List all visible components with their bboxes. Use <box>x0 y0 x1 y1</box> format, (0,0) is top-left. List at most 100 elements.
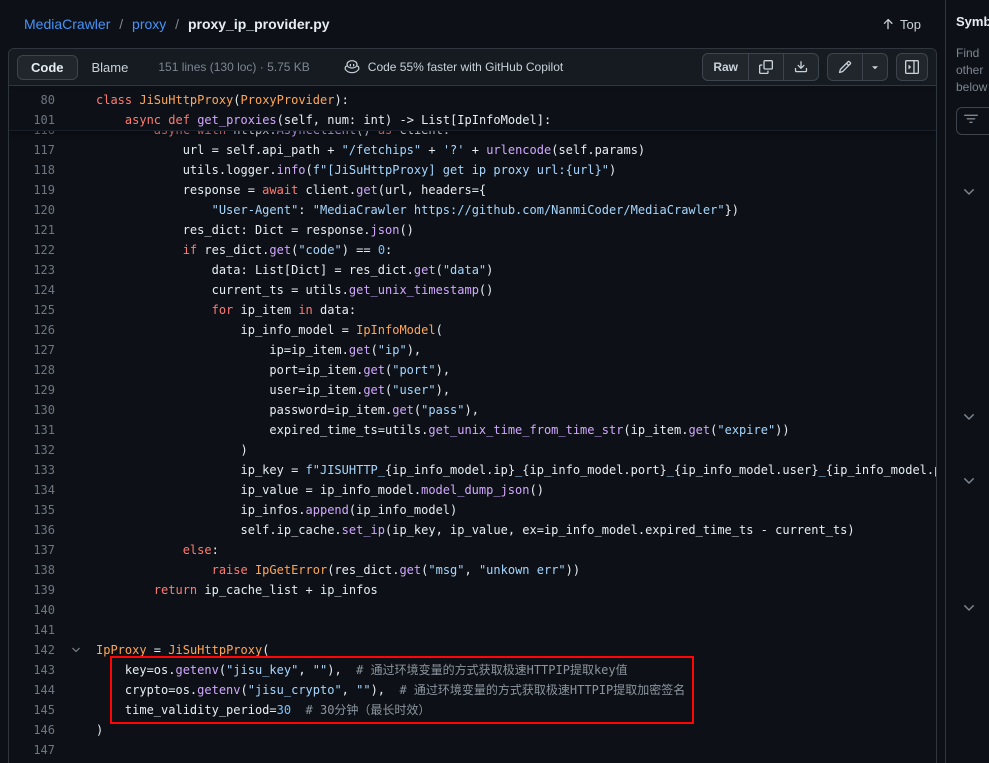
line-number[interactable]: 119 <box>9 180 55 200</box>
code-text: expired_time_ts=utils.get_unix_time_from… <box>55 420 936 440</box>
symbols-filter-input[interactable] <box>956 107 989 135</box>
line-number[interactable]: 135 <box>9 500 55 520</box>
code-text: self.ip_cache.set_ip(ip_key, ip_value, e… <box>55 520 936 540</box>
code-text: ip_key = f"JISUHTTP_{ip_info_model.ip}_{… <box>55 460 936 480</box>
code-text: current_ts = utils.get_unix_timestamp() <box>55 280 936 300</box>
code-text: res_dict: Dict = response.json() <box>55 220 936 240</box>
code-line: 147 <box>9 740 936 760</box>
line-number[interactable]: 120 <box>9 200 55 220</box>
breadcrumb-filename: proxy_ip_provider.py <box>188 16 330 32</box>
code-text: class JiSuHttpProxy(ProxyProvider): <box>55 90 936 110</box>
code-line: 118 utils.logger.info(f"[JiSuHttpProxy] … <box>9 160 936 180</box>
code-text: ip_infos.append(ip_info_model) <box>55 500 936 520</box>
line-number[interactable]: 124 <box>9 280 55 300</box>
code-line: 131 expired_time_ts=utils.get_unix_time_… <box>9 420 936 440</box>
line-number[interactable]: 121 <box>9 220 55 240</box>
line-number[interactable]: 143 <box>9 660 55 680</box>
raw-button[interactable]: Raw <box>703 54 748 80</box>
code-text: "User-Agent": "MediaCrawler https://gith… <box>55 200 936 220</box>
code-text: response = await client.get(url, headers… <box>55 180 936 200</box>
code-text <box>55 740 936 760</box>
breadcrumb-path: MediaCrawler / proxy / proxy_ip_provider… <box>24 16 330 32</box>
chevron-down-icon[interactable] <box>961 184 977 200</box>
tab-code[interactable]: Code <box>17 55 78 80</box>
code-line: 146) <box>9 720 936 740</box>
code-text: async def get_proxies(self, num: int) ->… <box>55 110 936 130</box>
copilot-banner[interactable]: Code 55% faster with GitHub Copilot <box>344 58 563 77</box>
code-text: ip_info_model = IpInfoModel( <box>55 320 936 340</box>
filter-icon <box>964 112 978 131</box>
code-lines: 116 async with httpx.AsyncClient() as cl… <box>9 120 936 760</box>
line-number[interactable]: 134 <box>9 480 55 500</box>
code-text: ip_value = ip_info_model.model_dump_json… <box>55 480 936 500</box>
code-line: 138 raise IpGetError(res_dict.get("msg",… <box>9 560 936 580</box>
copy-button[interactable] <box>748 54 783 80</box>
line-number[interactable]: 140 <box>9 600 55 620</box>
code-text <box>55 600 936 620</box>
chevron-down-icon[interactable] <box>961 409 977 425</box>
line-number[interactable]: 117 <box>9 140 55 160</box>
symbols-panel-title: Symbols <box>956 14 989 29</box>
github-file-page: MediaCrawler / proxy / proxy_ip_provider… <box>0 0 989 763</box>
file-toolbar: Code Blame 151 lines (130 loc) · 5.75 KB… <box>9 49 936 86</box>
code-text: ip=ip_item.get("ip"), <box>55 340 936 360</box>
symbols-panel-toggle-button[interactable] <box>896 53 928 81</box>
line-number[interactable]: 145 <box>9 700 55 720</box>
line-number[interactable]: 132 <box>9 440 55 460</box>
code-text: utils.logger.info(f"[JiSuHttpProxy] get … <box>55 160 936 180</box>
line-number[interactable]: 141 <box>9 620 55 640</box>
code-line: 137 else: <box>9 540 936 560</box>
code-text: IpProxy = JiSuHttpProxy( <box>55 640 936 660</box>
line-number[interactable]: 125 <box>9 300 55 320</box>
arrow-up-icon <box>881 17 895 31</box>
code-line: 145 time_validity_period=30 # 30分钟（最长时效） <box>9 700 936 720</box>
line-number[interactable]: 142 <box>9 640 55 660</box>
code-line: 127 ip=ip_item.get("ip"), <box>9 340 936 360</box>
toolbar-actions: Raw <box>702 53 928 81</box>
line-number[interactable]: 130 <box>9 400 55 420</box>
line-number[interactable]: 138 <box>9 560 55 580</box>
line-number[interactable]: 129 <box>9 380 55 400</box>
line-number[interactable]: 127 <box>9 340 55 360</box>
fold-chevron-icon[interactable] <box>70 644 82 656</box>
code-text: ) <box>55 720 936 740</box>
line-number[interactable]: 118 <box>9 160 55 180</box>
line-number[interactable]: 136 <box>9 520 55 540</box>
line-number[interactable]: 123 <box>9 260 55 280</box>
code-line: 120 "User-Agent": "MediaCrawler https://… <box>9 200 936 220</box>
copilot-banner-text: Code 55% faster with GitHub Copilot <box>368 60 563 74</box>
file-meta-info: 151 lines (130 loc) · 5.75 KB <box>158 60 309 74</box>
breadcrumb-folder-link[interactable]: proxy <box>132 16 166 32</box>
code-text: if res_dict.get("code") == 0: <box>55 240 936 260</box>
download-button[interactable] <box>783 54 818 80</box>
line-number[interactable]: 80 <box>9 90 55 110</box>
description-line: other <box>956 62 989 79</box>
line-number[interactable]: 122 <box>9 240 55 260</box>
code-line: 134 ip_value = ip_info_model.model_dump_… <box>9 480 936 500</box>
line-number[interactable]: 139 <box>9 580 55 600</box>
code-line: 135 ip_infos.append(ip_info_model) <box>9 500 936 520</box>
line-number[interactable]: 126 <box>9 320 55 340</box>
code-text: data: List[Dict] = res_dict.get("data") <box>55 260 936 280</box>
line-number[interactable]: 131 <box>9 420 55 440</box>
line-number[interactable]: 146 <box>9 720 55 740</box>
chevron-down-icon[interactable] <box>961 473 977 489</box>
line-number[interactable]: 137 <box>9 540 55 560</box>
copilot-icon <box>344 58 360 77</box>
edit-dropdown-button[interactable] <box>862 54 887 80</box>
code-blame-switcher: Code Blame <box>17 55 142 80</box>
scroll-to-top-button[interactable]: Top <box>881 17 921 32</box>
line-number[interactable]: 133 <box>9 460 55 480</box>
line-number[interactable]: 128 <box>9 360 55 380</box>
pencil-icon <box>838 60 852 74</box>
line-number[interactable]: 101 <box>9 110 55 130</box>
description-line: Find <box>956 45 989 62</box>
line-number[interactable]: 147 <box>9 740 55 760</box>
edit-button[interactable] <box>828 54 862 80</box>
tab-blame[interactable]: Blame <box>78 55 143 80</box>
breadcrumb-repo-link[interactable]: MediaCrawler <box>24 16 110 32</box>
line-number[interactable]: 144 <box>9 680 55 700</box>
copy-icon <box>759 60 773 74</box>
code-line: 80class JiSuHttpProxy(ProxyProvider): <box>9 90 936 110</box>
chevron-down-icon[interactable] <box>961 600 977 616</box>
